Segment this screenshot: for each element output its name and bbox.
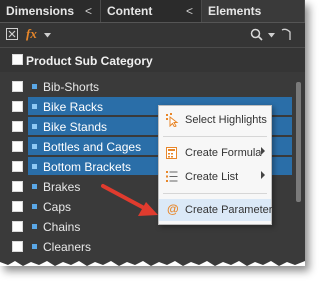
- more-icon[interactable]: [280, 28, 292, 42]
- tab-elements[interactable]: Elements: [202, 0, 305, 22]
- fx-icon[interactable]: fx: [26, 26, 37, 42]
- column-header-label: Product Sub Category: [26, 54, 153, 68]
- item-label: Bike Racks: [43, 100, 104, 114]
- list-item[interactable]: Cleaners: [0, 236, 292, 256]
- red-arrow-icon: [101, 184, 158, 216]
- item-checkbox[interactable]: [12, 161, 23, 172]
- menu-item-create-parameter[interactable]: @ Create Parameter: [159, 199, 273, 221]
- item-checkbox[interactable]: [12, 101, 23, 112]
- item-checkbox[interactable]: [12, 121, 23, 132]
- bullet-icon: [32, 184, 37, 189]
- menu-item-label: Create Parameter: [185, 204, 273, 216]
- at-sign-icon: @: [167, 202, 179, 216]
- tab-bar: Dimensions < Content < Elements: [0, 0, 305, 23]
- menu-item-create-formula[interactable]: Create Formula: [159, 142, 271, 164]
- menu-item-label: Create Formula: [185, 147, 262, 159]
- submenu-arrow-icon: [261, 171, 265, 179]
- elements-panel: Dimensions < Content < Elements fx Produ…: [0, 0, 305, 266]
- tab-label: Elements: [208, 4, 262, 18]
- item-label: Cleaners: [43, 240, 92, 254]
- chevron-left-icon[interactable]: <: [186, 0, 193, 22]
- select-all-checkbox[interactable]: [12, 54, 23, 65]
- item-label: Chains: [43, 220, 81, 234]
- dropdown-caret-icon[interactable]: [44, 33, 51, 38]
- item-checkbox[interactable]: [12, 201, 23, 212]
- scrollbar-thumb[interactable]: [296, 82, 301, 202]
- search-icon[interactable]: [250, 28, 263, 41]
- item-checkbox[interactable]: [12, 81, 23, 92]
- submenu-arrow-icon: [261, 147, 265, 155]
- item-label: Bib-Shorts: [43, 80, 100, 94]
- bullet-icon: [32, 164, 37, 169]
- item-label: Bottles and Cages: [43, 140, 142, 154]
- list-item[interactable]: Bib-Shorts: [0, 76, 292, 96]
- tab-label: Content: [107, 4, 153, 18]
- bullet-icon: [32, 144, 37, 149]
- tab-content[interactable]: Content <: [101, 0, 202, 22]
- menu-divider: [163, 136, 267, 137]
- bullet-icon: [32, 84, 37, 89]
- item-label: Brakes: [43, 180, 81, 194]
- tab-label: Dimensions: [6, 4, 75, 18]
- bullet-icon: [32, 244, 37, 249]
- tab-dimensions[interactable]: Dimensions <: [0, 0, 101, 22]
- menu-item-label: Create List: [185, 171, 239, 183]
- item-checkbox[interactable]: [12, 181, 23, 192]
- chevron-left-icon[interactable]: <: [85, 0, 92, 22]
- menu-item-label: Select Highlights: [185, 114, 267, 126]
- torn-edge-decoration: [0, 261, 305, 266]
- list-icon: [166, 171, 178, 182]
- bullet-icon: [32, 104, 37, 109]
- dropdown-caret-icon[interactable]: [268, 33, 275, 38]
- close-box-icon[interactable]: [6, 28, 18, 40]
- menu-item-create-list[interactable]: Create List: [159, 166, 271, 188]
- menu-divider: [163, 193, 267, 194]
- item-label: Caps: [43, 200, 72, 214]
- bullet-icon: [32, 124, 37, 129]
- context-menu: Select Highlights Create Formula Create …: [158, 105, 272, 225]
- column-header: Product Sub Category: [0, 48, 305, 72]
- item-checkbox[interactable]: [12, 141, 23, 152]
- bullet-icon: [32, 204, 37, 209]
- cursor-highlight-icon: [166, 113, 179, 127]
- calculator-icon: [166, 147, 177, 159]
- scrollbar[interactable]: [292, 72, 305, 266]
- item-checkbox[interactable]: [12, 241, 23, 252]
- item-checkbox[interactable]: [12, 221, 23, 232]
- toolbar: fx: [0, 23, 305, 48]
- item-label: Bottom Brackets: [43, 160, 132, 174]
- item-label: Bike Stands: [43, 120, 108, 134]
- menu-item-select-highlights[interactable]: Select Highlights: [159, 109, 271, 131]
- bullet-icon: [32, 224, 37, 229]
